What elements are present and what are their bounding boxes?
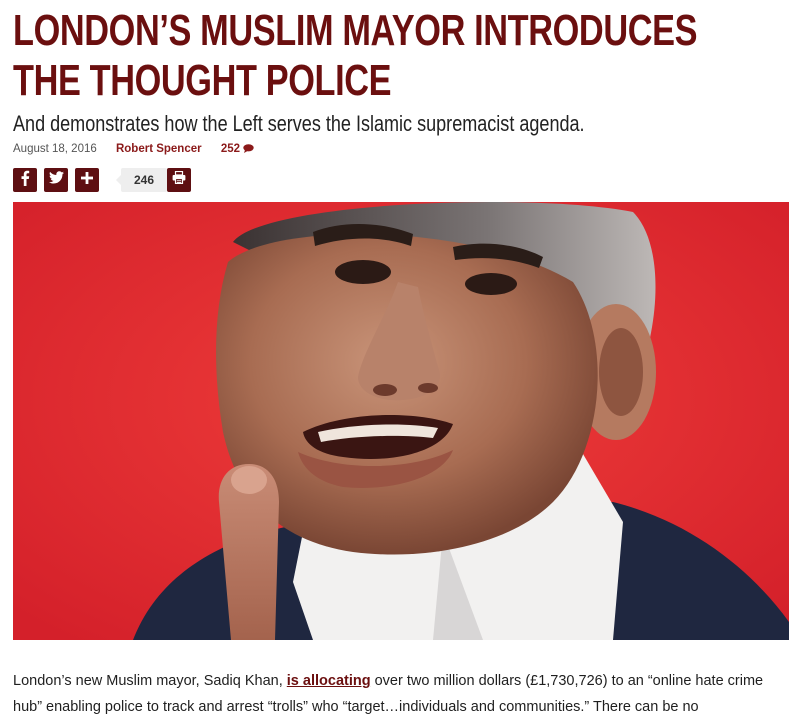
facebook-icon (20, 170, 30, 191)
comments-link[interactable]: 252 (221, 143, 254, 155)
twitter-share-button[interactable] (44, 168, 68, 192)
article-body-paragraph: London’s new Muslim mayor, Sadiq Khan, i… (13, 668, 789, 720)
headline-line-2: THE THOUGHT POLICE (13, 56, 392, 105)
twitter-icon (48, 171, 64, 189)
article-subheadline: And demonstrates how the Left serves the… (13, 111, 585, 136)
share-count: 246 (116, 168, 167, 192)
article-hero-image (13, 202, 789, 640)
comment-icon (243, 143, 254, 157)
article-date: August 18, 2016 (13, 143, 97, 155)
headline-line-1: LONDON’S MUSLIM MAYOR INTRODUCES (13, 6, 698, 55)
article: LONDON’S MUSLIM MAYOR INTRODUCES THE THO… (13, 0, 789, 715)
print-button[interactable] (167, 168, 191, 192)
more-share-button[interactable] (75, 168, 99, 192)
print-icon (172, 170, 186, 189)
comment-count: 252 (220, 143, 240, 155)
allocating-link[interactable]: is allocating (287, 673, 371, 689)
author-link[interactable]: Robert Spencer (116, 143, 202, 155)
body-text-before-link: London’s new Muslim mayor, Sadiq Khan, (13, 673, 287, 689)
plus-icon (81, 171, 93, 189)
article-headline: LONDON’S MUSLIM MAYOR INTRODUCES THE THO… (13, 0, 793, 106)
facebook-share-button[interactable] (13, 168, 37, 192)
article-meta: August 18, 2016 Robert Spencer 252 (13, 142, 254, 157)
